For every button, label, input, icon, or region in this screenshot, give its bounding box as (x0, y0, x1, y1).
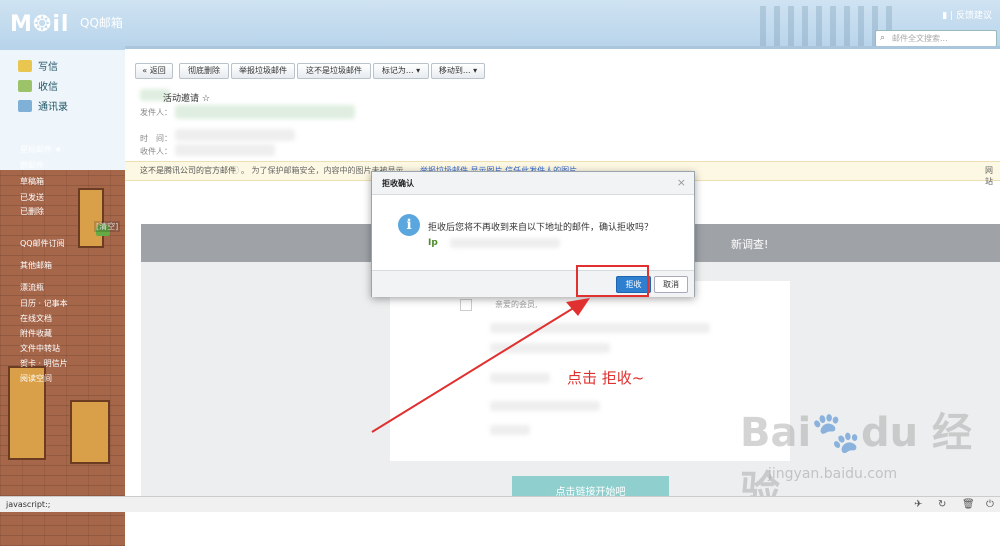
annotation-text: 点击 拒收~ (567, 369, 645, 387)
browser-status-bar: javascript:; ✈ ↻ 🗑 ⏻ (0, 496, 1000, 512)
status-text: javascript:; (6, 500, 51, 509)
power-icon[interactable]: ⏻ (986, 499, 994, 510)
baidu-watermark-url: jingyan.baidu.com (768, 466, 898, 482)
trash-icon[interactable]: 🗑 (962, 499, 975, 510)
refresh-icon[interactable]: ↻ (938, 499, 946, 510)
rocket-icon[interactable]: ✈ (914, 499, 922, 510)
